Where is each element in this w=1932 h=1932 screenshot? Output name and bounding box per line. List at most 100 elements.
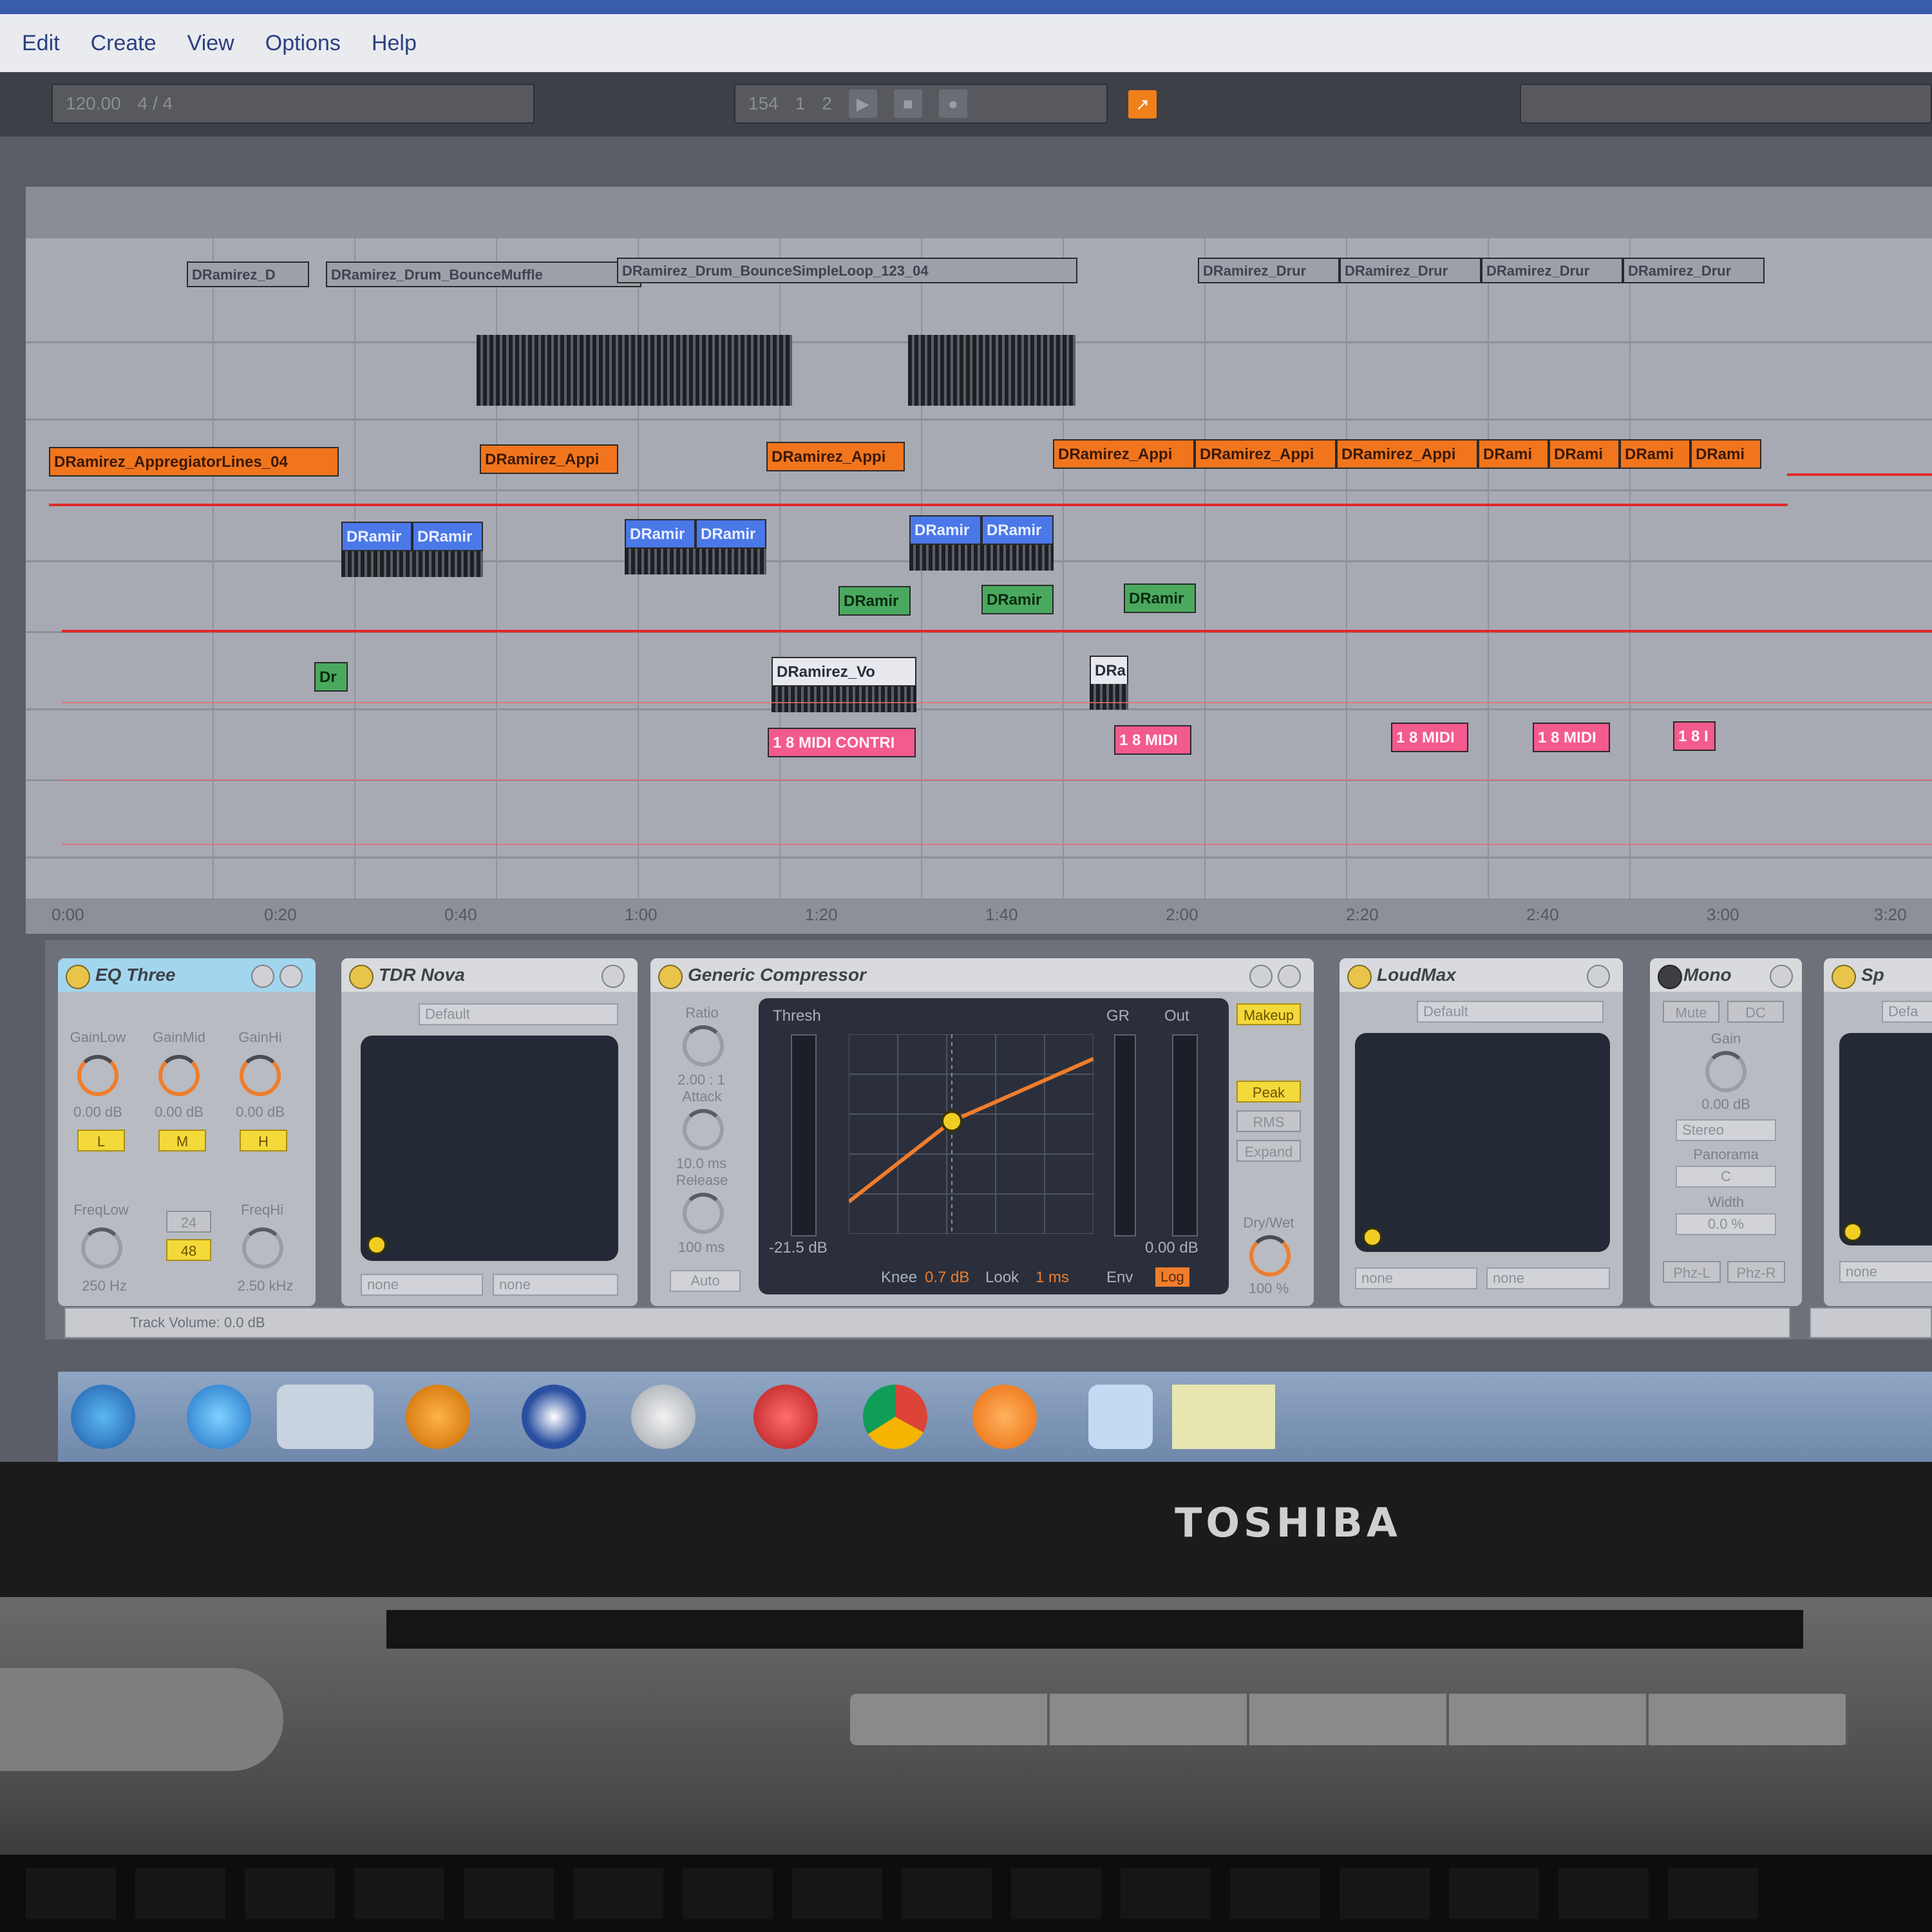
- clip-arp[interactable]: DRami: [1690, 439, 1761, 469]
- menu-help[interactable]: Help: [372, 31, 417, 56]
- clip-arp[interactable]: DRamirez_Appi: [1195, 439, 1336, 469]
- clip-drum[interactable]: DRamirez_Drur: [1623, 258, 1765, 283]
- panorama-field[interactable]: C: [1676, 1166, 1776, 1188]
- file-explorer-icon[interactable]: [277, 1385, 374, 1449]
- power-icon[interactable]: [349, 965, 374, 989]
- clip-arp[interactable]: DRamirez_Appi: [480, 444, 618, 474]
- menu-options[interactable]: Options: [265, 31, 341, 56]
- route-select[interactable]: none: [361, 1274, 483, 1296]
- slope-24-toggle[interactable]: 24: [166, 1211, 211, 1233]
- edit-icon[interactable]: [1843, 1222, 1862, 1242]
- attack-knob[interactable]: [683, 1109, 724, 1150]
- clip-midi[interactable]: 1 8 MIDI CONTRI: [768, 728, 916, 757]
- clip-arp[interactable]: DRami: [1549, 439, 1620, 469]
- clip-arp[interactable]: DRamirez_Appi: [1336, 439, 1478, 469]
- power-icon[interactable]: [1832, 965, 1856, 989]
- menu-edit[interactable]: Edit: [22, 31, 60, 56]
- automation-line[interactable]: [62, 630, 1932, 632]
- fold-icon[interactable]: [1278, 965, 1301, 988]
- route-select[interactable]: none: [1839, 1261, 1932, 1283]
- automation-line[interactable]: [49, 504, 1788, 506]
- phase-right-toggle[interactable]: Phz-R: [1727, 1261, 1785, 1283]
- route-select[interactable]: none: [493, 1274, 618, 1296]
- band-low-toggle[interactable]: L: [77, 1130, 125, 1151]
- slope-48-toggle[interactable]: 48: [166, 1239, 211, 1261]
- clip-arp[interactable]: DRamirez_Appi: [766, 442, 905, 471]
- start-icon[interactable]: [71, 1385, 135, 1449]
- clock-app-icon[interactable]: [631, 1385, 696, 1449]
- channel-mode-select[interactable]: Stereo: [1676, 1119, 1776, 1141]
- width-field[interactable]: 0.0 %: [1676, 1213, 1776, 1235]
- power-icon[interactable]: [1347, 965, 1372, 989]
- clip-drum[interactable]: DRamirez_Drum_BounceMuffle: [326, 261, 641, 287]
- time-ruler[interactable]: 0:00 0:20 0:40 1:00 1:20 1:40 2:00 2:20 …: [26, 898, 1932, 934]
- clip-arp[interactable]: DRamirez_Appi: [1053, 439, 1195, 469]
- env-mode-toggle[interactable]: Log: [1155, 1267, 1189, 1287]
- clip-blue[interactable]: DRamir: [909, 515, 981, 545]
- band-mid-toggle[interactable]: M: [158, 1130, 206, 1151]
- fold-icon[interactable]: [1587, 965, 1610, 988]
- clip-vocal[interactable]: DRamirez_Vo: [772, 657, 916, 687]
- fold-icon[interactable]: [1770, 965, 1793, 988]
- route-select[interactable]: none: [1355, 1267, 1477, 1289]
- plugin-display[interactable]: [1355, 1033, 1610, 1252]
- gain-knob[interactable]: [1705, 1051, 1747, 1092]
- clip-dr[interactable]: Dr: [314, 662, 348, 692]
- freqhi-knob[interactable]: [242, 1227, 283, 1269]
- phase-left-toggle[interactable]: Phz-L: [1663, 1261, 1721, 1283]
- band-high-toggle[interactable]: H: [240, 1130, 287, 1151]
- play-icon[interactable]: ▶: [848, 90, 877, 118]
- dc-toggle[interactable]: DC: [1727, 1001, 1784, 1023]
- clip-arp[interactable]: DRami: [1620, 439, 1690, 469]
- save-icon[interactable]: [1249, 965, 1273, 988]
- clip-blue[interactable]: DRamir: [412, 522, 483, 551]
- peak-toggle[interactable]: Peak: [1236, 1081, 1301, 1103]
- clip-green[interactable]: DRamir: [981, 585, 1054, 614]
- preset-select[interactable]: Default: [1417, 1001, 1604, 1023]
- fold-icon[interactable]: [601, 965, 625, 988]
- knee-value[interactable]: 0.7 dB: [925, 1269, 969, 1287]
- lookahead-value[interactable]: 1 ms: [1036, 1269, 1069, 1287]
- menu-view[interactable]: View: [187, 31, 234, 56]
- thresh-meter[interactable]: [791, 1034, 817, 1236]
- mute-toggle[interactable]: Mute: [1663, 1001, 1719, 1023]
- power-icon[interactable]: [1658, 965, 1682, 989]
- position-sixteenth[interactable]: 2: [822, 93, 832, 114]
- gainmid-knob[interactable]: [158, 1055, 200, 1096]
- clip-small[interactable]: DRa: [1090, 656, 1128, 685]
- freqlow-knob[interactable]: [81, 1227, 122, 1269]
- drywet-knob[interactable]: [1249, 1235, 1291, 1276]
- tempo-field[interactable]: 120.00: [66, 93, 121, 114]
- meter-field[interactable]: 4 / 4: [138, 93, 173, 114]
- power-icon[interactable]: [658, 965, 683, 989]
- menu-create[interactable]: Create: [91, 31, 156, 56]
- chrome-icon[interactable]: [863, 1385, 927, 1449]
- plugin-display[interactable]: [361, 1036, 618, 1261]
- gainlow-knob[interactable]: [77, 1055, 118, 1096]
- follow-icon[interactable]: ↗: [1128, 90, 1157, 118]
- live-icon[interactable]: [1172, 1385, 1275, 1449]
- clip-drum[interactable]: DRamirez_Drum_BounceSimpleLoop_123_04: [617, 258, 1077, 283]
- record-icon[interactable]: ●: [938, 90, 967, 118]
- pin-app-icon[interactable]: [753, 1385, 818, 1449]
- makeup-toggle[interactable]: Makeup: [1236, 1003, 1301, 1025]
- person-app-icon[interactable]: [522, 1385, 586, 1449]
- clip-green[interactable]: DRamir: [1124, 583, 1196, 613]
- out-meter[interactable]: [1172, 1034, 1198, 1236]
- preset-select[interactable]: Defa: [1882, 1001, 1932, 1023]
- clip-blue[interactable]: DRamir: [696, 519, 766, 549]
- plugin-display[interactable]: [1839, 1033, 1932, 1245]
- transfer-curve[interactable]: [849, 1034, 1094, 1234]
- power-icon[interactable]: [66, 965, 90, 989]
- clip-drum[interactable]: DRamirez_Drur: [1340, 258, 1481, 283]
- route-select[interactable]: none: [1486, 1267, 1610, 1289]
- stop-icon[interactable]: ■: [893, 90, 922, 118]
- auto-release-button[interactable]: Auto: [670, 1270, 741, 1292]
- gainhi-knob[interactable]: [240, 1055, 281, 1096]
- clip-midi[interactable]: 1 8 MIDI: [1114, 725, 1191, 755]
- clip-arp[interactable]: DRami: [1478, 439, 1549, 469]
- rms-toggle[interactable]: RMS: [1236, 1110, 1301, 1132]
- internet-explorer-icon[interactable]: [187, 1385, 251, 1449]
- save-icon[interactable]: [251, 965, 274, 988]
- clip-drum[interactable]: DRamirez_D: [187, 261, 309, 287]
